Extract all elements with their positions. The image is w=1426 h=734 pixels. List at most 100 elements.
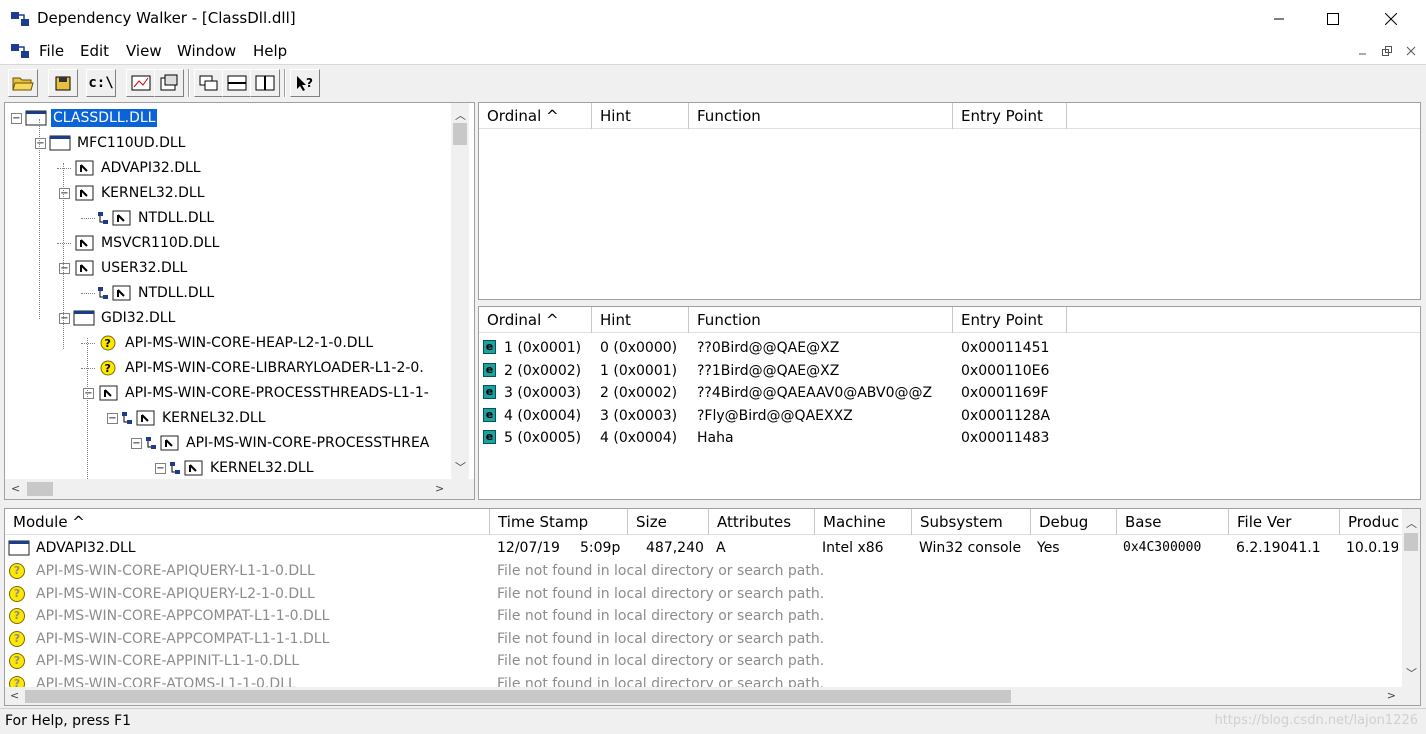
col-debug[interactable]: Debug	[1031, 509, 1117, 535]
export-row[interactable]: e 1 (0x0001) 0 (0x0000) ??0Bird@@QAE@XZ 0x00…	[479, 337, 1420, 359]
tree-node[interactable]: ? API-MS-WIN-CORE-HEAP-L2-1-0.DLL	[97, 332, 375, 354]
scroll-thumb[interactable]	[1404, 533, 1418, 551]
tree-node[interactable]: USER32.DLL	[73, 257, 189, 279]
collapse-toggle[interactable]: −	[35, 138, 46, 149]
col-module[interactable]: Module ^	[5, 509, 490, 535]
export-hint: 3 (0x0003)	[600, 407, 678, 424]
module-list[interactable]: Module ^ Time Stamp Size Attributes Mach…	[4, 508, 1421, 706]
tree-node[interactable]: CLASSDLL.DLL	[25, 107, 159, 129]
tree-node[interactable]: KERNEL32.DLL	[73, 182, 207, 204]
col-ordinal[interactable]: Ordinal ^	[479, 103, 592, 129]
tree-node[interactable]: KERNEL32.DLL	[169, 457, 316, 479]
collapse-toggle[interactable]: −	[11, 113, 22, 124]
col-entry-point[interactable]: Entry Point	[953, 103, 1067, 129]
save-button[interactable]	[48, 69, 78, 97]
open-button[interactable]	[8, 69, 38, 97]
app-icon	[11, 12, 29, 26]
menu-view[interactable]: View	[126, 42, 162, 60]
tile-vertical-button[interactable]	[250, 69, 280, 97]
tree-node[interactable]: MFC110UD.DLL	[49, 132, 188, 154]
full-paths-button[interactable]: c:\	[86, 69, 116, 97]
tree-node[interactable]: NTDLL.DLL	[97, 282, 216, 304]
tree-node[interactable]: API-MS-WIN-CORE-PROCESSTHREA	[145, 432, 431, 454]
scroll-down-icon[interactable]: ﹀	[1406, 665, 1417, 681]
scroll-thumb[interactable]	[27, 482, 53, 496]
maximize-button[interactable]	[1304, 0, 1362, 38]
col-hint[interactable]: Hint	[592, 103, 689, 129]
scroll-down-icon[interactable]: ﹀	[455, 459, 466, 475]
col-size[interactable]: Size	[628, 509, 709, 535]
scroll-left-icon[interactable]: <	[10, 689, 19, 702]
context-help-button[interactable]: ?	[290, 69, 320, 97]
col-time-stamp[interactable]: Time Stamp	[490, 509, 628, 535]
col-function[interactable]: Function	[689, 103, 953, 129]
child-minimize-button[interactable]	[1354, 43, 1372, 59]
col-ordinal[interactable]: Ordinal ^	[479, 307, 592, 333]
properties-button[interactable]	[154, 69, 184, 97]
export-row[interactable]: e 4 (0x0004) 3 (0x0003) ?Fly@Bird@@QAEXXZ 0x…	[479, 405, 1420, 427]
col-entry-point[interactable]: Entry Point	[953, 307, 1067, 333]
col-hint[interactable]: Hint	[592, 307, 689, 333]
scroll-up-icon[interactable]: ︿	[455, 107, 466, 123]
col-machine[interactable]: Machine	[815, 509, 912, 535]
exports-list[interactable]: Ordinal ^ Hint Function Entry Point e 1 (…	[478, 306, 1421, 500]
table-row[interactable]: ? API-MS-WIN-CORE-APPCOMPAT-L1-1-1.DLL Fil…	[5, 628, 1420, 650]
undecorate-button[interactable]	[126, 69, 156, 97]
menu-help[interactable]: Help	[253, 42, 287, 60]
module-dependency-tree[interactable]: CLASSDLL.DLL − MFC110UD.DLL − ADVAPI32.DLL KE…	[4, 102, 475, 500]
menu-file[interactable]: File	[39, 42, 64, 60]
scroll-thumb[interactable]	[25, 690, 1011, 703]
collapse-toggle[interactable]: −	[59, 313, 70, 324]
scroll-up-icon[interactable]: ︿	[1406, 515, 1417, 531]
tree-hscroll[interactable]: < >	[5, 479, 474, 499]
tree-node[interactable]: ? API-MS-WIN-CORE-LIBRARYLOADER-L1-2-0.	[97, 357, 426, 379]
tree-node[interactable]: ADVAPI32.DLL	[73, 157, 203, 179]
menu-window[interactable]: Window	[177, 42, 236, 60]
document-icon[interactable]	[10, 42, 30, 60]
collapse-toggle[interactable]: −	[59, 263, 70, 274]
menu-edit[interactable]: Edit	[80, 42, 109, 60]
parent-imports-list[interactable]: Ordinal ^ Hint Function Entry Point	[478, 102, 1421, 300]
tile-horizontal-button[interactable]	[222, 69, 252, 97]
export-function-icon: e	[483, 385, 496, 399]
cascade-button[interactable]	[194, 69, 224, 97]
tree-node[interactable]: NTDLL.DLL	[97, 207, 216, 229]
export-row[interactable]: e 2 (0x0002) 1 (0x0001) ??1Bird@@QAE@XZ 0x00…	[479, 360, 1420, 382]
tree-node[interactable]: MSVCR110D.DLL	[73, 232, 221, 254]
scroll-right-icon[interactable]: >	[435, 482, 444, 495]
collapse-toggle[interactable]: −	[83, 388, 94, 399]
table-row[interactable]: ? API-MS-WIN-CORE-APPCOMPAT-L1-1-0.DLL Fil…	[5, 605, 1420, 627]
tree-node[interactable]: GDI32.DLL	[73, 307, 177, 329]
dll-module-icon	[184, 460, 203, 476]
col-attributes[interactable]: Attributes	[709, 509, 815, 535]
scroll-thumb[interactable]	[453, 123, 467, 145]
scroll-right-icon[interactable]: >	[1387, 689, 1396, 702]
collapse-toggle[interactable]: −	[131, 438, 142, 449]
export-entry-point: 0x00011483	[961, 430, 1050, 446]
tree-node[interactable]: KERNEL32.DLL	[121, 407, 268, 429]
col-function[interactable]: Function	[689, 307, 953, 333]
scroll-left-icon[interactable]: <	[11, 482, 20, 495]
export-row[interactable]: e 5 (0x0005) 4 (0x0004) Haha 0x00011483	[479, 427, 1420, 449]
col-subsystem[interactable]: Subsystem	[912, 509, 1031, 535]
col-file-ver[interactable]: File Ver	[1229, 509, 1340, 535]
minimize-button[interactable]	[1250, 0, 1308, 38]
export-row[interactable]: e 3 (0x0003) 2 (0x0002) ??4Bird@@QAEAAV0@AB…	[479, 382, 1420, 404]
module-list-hscroll[interactable]: < >	[5, 687, 1420, 705]
collapse-toggle[interactable]: −	[155, 463, 166, 474]
tree-vscroll[interactable]: ︿ ﹀	[451, 103, 469, 479]
table-row[interactable]: ? API-MS-WIN-CORE-APPINIT-L1-1-0.DLL File …	[5, 650, 1420, 672]
child-restore-button[interactable]	[1378, 43, 1396, 59]
tree-node-label: MFC110UD.DLL	[77, 135, 186, 151]
tree-node[interactable]: API-MS-WIN-CORE-PROCESSTHREADS-L1-1-	[97, 382, 431, 404]
table-row[interactable]: ? API-MS-WIN-CORE-APIQUERY-L1-1-0.DLL File…	[5, 560, 1420, 582]
collapse-toggle[interactable]: −	[107, 413, 118, 424]
table-row[interactable]: ? API-MS-WIN-CORE-APIQUERY-L2-1-0.DLL File…	[5, 583, 1420, 605]
table-row[interactable]: ADVAPI32.DLL 12/07/19 5:09p 487,240 A In…	[5, 537, 1420, 559]
close-button[interactable]	[1362, 0, 1420, 38]
col-base[interactable]: Base	[1117, 509, 1229, 535]
open-folder-icon	[12, 77, 34, 91]
collapse-toggle[interactable]: −	[59, 188, 70, 199]
module-list-vscroll[interactable]: ︿ ﹀	[1402, 509, 1420, 687]
child-close-button[interactable]	[1402, 43, 1420, 59]
